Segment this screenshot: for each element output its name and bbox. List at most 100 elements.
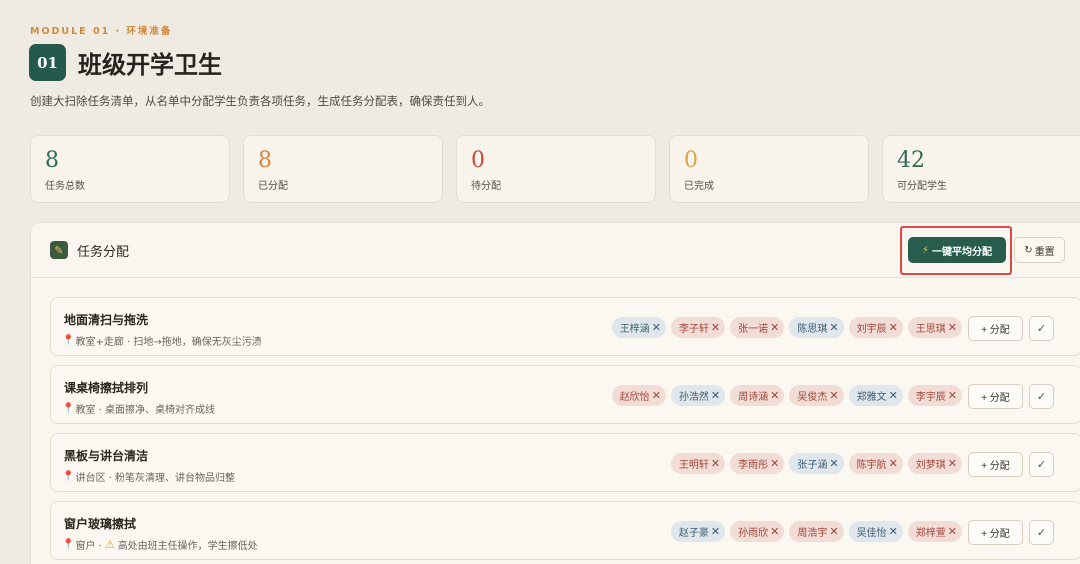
assigned-students: 赵欣怡 ✕ 孙浩然 ✕ 周诗涵 ✕ 吴俊杰 ✕ 郑雅文 ✕ 李宇辰 ✕ xyxy=(611,385,962,406)
student-name: 李子轩 xyxy=(678,324,709,335)
student-chip: 张子涵 ✕ xyxy=(789,453,844,474)
task-row: 地面清扫与拖洗 📍 教室+走廊 · 扫地→拖地，确保无灰尘污渍 王梓涵 ✕ 李子轩 ✕ 张一诺… xyxy=(50,297,1080,356)
student-name: 刘宇辰 xyxy=(856,324,887,335)
remove-student-icon[interactable]: ✕ xyxy=(948,389,957,402)
stat-card-students: 42 可分配学生 xyxy=(882,135,1080,203)
location-pin-icon: 📍 xyxy=(62,335,75,346)
student-chip: 吴俊杰 ✕ xyxy=(789,385,844,406)
stat-card-completed: 0 已完成 xyxy=(669,135,869,203)
task-list: 地面清扫与拖洗 📍 教室+走廊 · 扫地→拖地，确保无灰尘污渍 王梓涵 ✕ 李子轩 ✕ 张一诺… xyxy=(50,297,1080,564)
remove-student-icon[interactable]: ✕ xyxy=(711,457,720,470)
remove-student-icon[interactable]: ✕ xyxy=(770,389,779,402)
assign-button[interactable]: + 分配 xyxy=(968,520,1023,545)
student-name: 李宇辰 xyxy=(915,392,946,403)
student-name: 王思琪 xyxy=(915,324,946,335)
refresh-icon: ↻ xyxy=(1024,244,1033,256)
reset-label: 重置 xyxy=(1034,246,1055,258)
remove-student-icon[interactable]: ✕ xyxy=(889,457,898,470)
student-chip: 李雨彤 ✕ xyxy=(730,453,785,474)
stat-card-total: 8 任务总数 xyxy=(30,135,230,203)
task-name: 地面清扫与拖洗 xyxy=(64,313,149,327)
mark-complete-button[interactable]: ✓ xyxy=(1029,316,1054,341)
remove-student-icon[interactable]: ✕ xyxy=(711,321,720,334)
stat-label: 已分配 xyxy=(258,181,288,192)
remove-student-icon[interactable]: ✕ xyxy=(770,321,779,334)
student-name: 吴佳怡 xyxy=(856,528,887,539)
panel-title: 任务分配 xyxy=(77,244,130,260)
stat-label: 已完成 xyxy=(684,181,714,192)
remove-student-icon[interactable]: ✕ xyxy=(948,457,957,470)
task-name: 课桌椅擦拭排列 xyxy=(64,381,149,395)
auto-assign-button[interactable]: ⚡ 一键平均分配 xyxy=(908,237,1006,263)
task-meta-text: 窗户 · xyxy=(75,541,102,552)
student-name: 张一诺 xyxy=(738,324,769,335)
page-subtitle: 创建大扫除任务清单，从名单中分配学生负责各项任务，生成任务分配表，确保责任到人。 xyxy=(30,94,490,108)
student-chip: 吴佳怡 ✕ xyxy=(848,521,903,542)
remove-student-icon[interactable]: ✕ xyxy=(711,389,720,402)
student-chip: 张一诺 ✕ xyxy=(730,317,785,338)
module-label: MODULE 01 · 环境准备 xyxy=(30,26,173,37)
remove-student-icon[interactable]: ✕ xyxy=(889,525,898,538)
task-row: 窗户玻璃擦拭 📍 窗户 · ⚠ 高处由班主任操作，学生擦低处 赵子豪 ✕ 孙雨欣 ✕ 周浩宇 ✕ 吴… xyxy=(50,501,1080,560)
remove-student-icon[interactable]: ✕ xyxy=(652,321,661,334)
remove-student-icon[interactable]: ✕ xyxy=(889,321,898,334)
remove-student-icon[interactable]: ✕ xyxy=(829,525,838,538)
stat-value: 42 xyxy=(897,148,925,173)
student-chip: 李宇辰 ✕ xyxy=(907,385,962,406)
student-name: 刘梦琪 xyxy=(915,460,946,471)
assigned-students: 王明轩 ✕ 李雨彤 ✕ 张子涵 ✕ 陈宇航 ✕ 刘梦琪 ✕ xyxy=(670,453,962,474)
assign-button[interactable]: + 分配 xyxy=(968,316,1023,341)
mark-complete-button[interactable]: ✓ xyxy=(1029,452,1054,477)
remove-student-icon[interactable]: ✕ xyxy=(652,389,661,402)
student-name: 李雨彤 xyxy=(738,460,769,471)
task-meta: 📍 教室+走廊 · 扫地→拖地，确保无灰尘污渍 xyxy=(62,333,262,348)
stat-card-assigned: 8 已分配 xyxy=(243,135,443,203)
location-pin-icon: 📍 xyxy=(62,539,75,550)
student-name: 孙雨欣 xyxy=(738,528,769,539)
task-meta-text: 讲台区 · 粉笔灰清理、讲台物品归整 xyxy=(75,473,235,484)
student-chip: 孙雨欣 ✕ xyxy=(730,521,785,542)
assign-button[interactable]: + 分配 xyxy=(968,384,1023,409)
task-row: 课桌椅擦拭排列 📍 教室 · 桌面擦净、桌椅对齐成线 赵欣怡 ✕ 孙浩然 ✕ 周诗涵 ✕ 吴俊杰 ✕… xyxy=(50,365,1080,424)
stat-value: 0 xyxy=(471,148,485,173)
task-warning-text: 高处由班主任操作，学生擦低处 xyxy=(117,541,258,552)
mark-complete-button[interactable]: ✓ xyxy=(1029,384,1054,409)
student-chip: 李子轩 ✕ xyxy=(670,317,726,338)
remove-student-icon[interactable]: ✕ xyxy=(948,321,957,334)
assign-button[interactable]: + 分配 xyxy=(968,452,1023,477)
student-chip: 陈宇航 ✕ xyxy=(848,453,903,474)
stat-label: 任务总数 xyxy=(45,181,85,192)
student-chip: 郑雅文 ✕ xyxy=(848,385,903,406)
student-name: 周诗涵 xyxy=(738,392,769,403)
remove-student-icon[interactable]: ✕ xyxy=(829,457,838,470)
title-row: 01 班级开学卫生 xyxy=(29,44,222,81)
assigned-students: 王梓涵 ✕ 李子轩 ✕ 张一诺 ✕ 陈思琪 ✕ 刘宇辰 ✕ 王思琪 ✕ xyxy=(611,317,962,338)
remove-student-icon[interactable]: ✕ xyxy=(948,525,957,538)
task-row: 黑板与讲台清洁 📍 讲台区 · 粉笔灰清理、讲台物品归整 王明轩 ✕ 李雨彤 ✕ 张子涵 ✕ 陈宇… xyxy=(50,433,1080,492)
task-meta-text: 教室 · 桌面擦净、桌椅对齐成线 xyxy=(75,405,215,416)
remove-student-icon[interactable]: ✕ xyxy=(889,389,898,402)
page-title: 班级开学卫生 xyxy=(78,50,222,79)
reset-button[interactable]: ↻ 重置 xyxy=(1014,237,1065,263)
student-name: 周浩宇 xyxy=(797,528,828,539)
student-name: 王明轩 xyxy=(678,460,709,471)
student-chip: 王思琪 ✕ xyxy=(907,317,962,338)
task-assignment-panel: ✎ 任务分配 ⚡ 一键平均分配 ↻ 重置 地面清扫与拖洗 📍 教室+走廊 · 扫地→… xyxy=(30,222,1080,564)
student-chip: 陈思琪 ✕ xyxy=(789,317,844,338)
task-meta: 📍 窗户 · ⚠ 高处由班主任操作，学生擦低处 xyxy=(62,537,258,552)
location-pin-icon: 📍 xyxy=(62,403,75,414)
remove-student-icon[interactable]: ✕ xyxy=(711,525,720,538)
task-meta: 📍 讲台区 · 粉笔灰清理、讲台物品归整 xyxy=(62,469,235,484)
remove-student-icon[interactable]: ✕ xyxy=(770,457,779,470)
student-name: 陈宇航 xyxy=(856,460,887,471)
task-meta-text: 教室+走廊 · 扫地→拖地，确保无灰尘污渍 xyxy=(75,337,262,348)
student-name: 郑雅文 xyxy=(856,392,887,403)
remove-student-icon[interactable]: ✕ xyxy=(829,321,838,334)
student-chip: 王明轩 ✕ xyxy=(670,453,726,474)
remove-student-icon[interactable]: ✕ xyxy=(829,389,838,402)
assigned-students: 赵子豪 ✕ 孙雨欣 ✕ 周浩宇 ✕ 吴佳怡 ✕ 郑梓萱 ✕ xyxy=(670,521,962,542)
remove-student-icon[interactable]: ✕ xyxy=(770,525,779,538)
task-name: 黑板与讲台清洁 xyxy=(64,449,149,463)
student-name: 赵欣怡 xyxy=(619,392,650,403)
mark-complete-button[interactable]: ✓ xyxy=(1029,520,1054,545)
